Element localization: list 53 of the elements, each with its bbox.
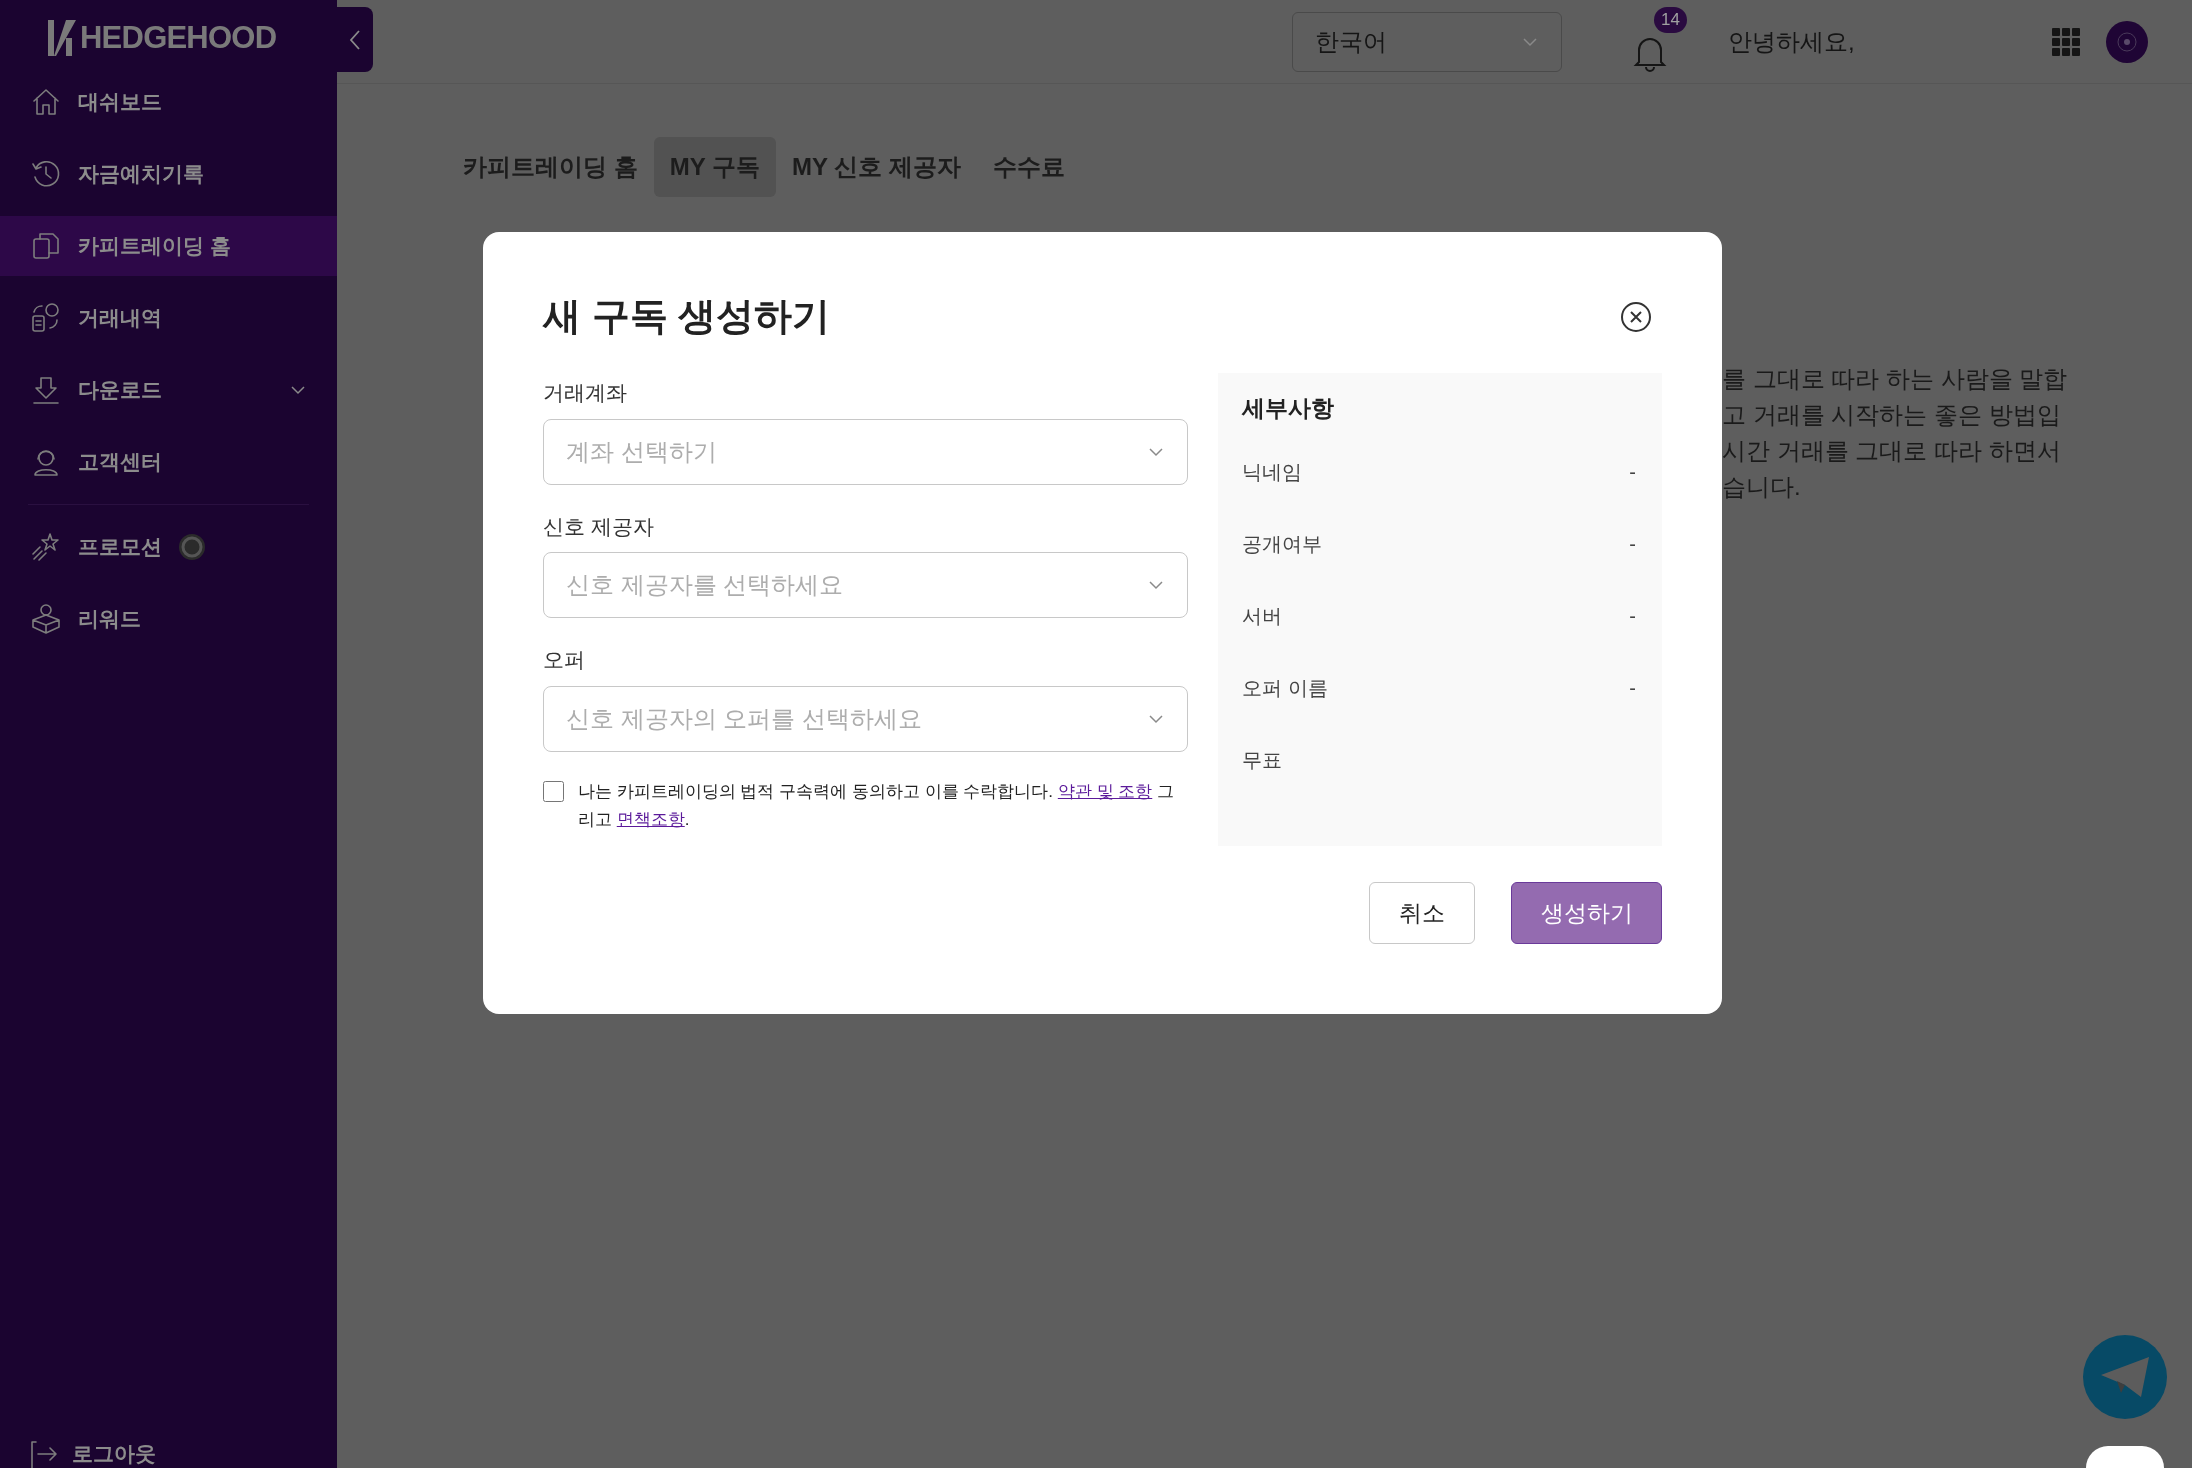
- detail-value: -: [1629, 532, 1636, 557]
- description-text: 를 그대로 따라 하는 사람을 말합: [1722, 364, 2069, 394]
- download-icon: [30, 374, 62, 406]
- shooting-star-icon: [30, 531, 62, 563]
- description-text: 고 거래를 시작하는 좋은 방법입: [1722, 400, 2062, 430]
- terms-link[interactable]: 약관 및 조항: [1057, 781, 1153, 801]
- agreement-text: 나는 카피트레이딩의 법적 구속력에 동의하고 이를 수락합니다. 약관 및 조항 그리고 면책조항.: [578, 780, 1175, 831]
- history-icon: [30, 158, 62, 190]
- coin-icon: [178, 533, 206, 561]
- gift-box-icon: [30, 603, 62, 635]
- detail-label: 서버: [1242, 604, 1282, 629]
- detail-label: 닉네임: [1242, 460, 1302, 485]
- chevron-left-icon: [347, 28, 363, 51]
- sidebar-item[interactable]: 자금예치기록: [0, 144, 337, 204]
- close-icon: [1620, 300, 1652, 333]
- transactions-icon: [30, 302, 62, 334]
- field-label: 거래계좌: [543, 380, 628, 406]
- detail-value: -: [1629, 676, 1636, 701]
- description-text: 습니다.: [1722, 472, 1802, 502]
- field-label: 신호 제공자: [543, 513, 655, 540]
- sidebar-item[interactable]: 리워드: [0, 589, 337, 649]
- detail-label: 무표: [1242, 748, 1282, 773]
- description-text: 시간 거래를 그대로 따라 하면서: [1722, 436, 2062, 466]
- cancel-button[interactable]: 취소: [1369, 882, 1475, 944]
- home-icon: [30, 86, 62, 118]
- collapse-sidebar-button[interactable]: [337, 7, 373, 72]
- details-title: 세부사항: [1242, 394, 1335, 423]
- agreement-checkbox[interactable]: [543, 780, 564, 802]
- sidebar-item[interactable]: 대쉬보드: [0, 72, 337, 132]
- field-label: 오퍼: [543, 647, 586, 673]
- sidebar-item[interactable]: 다운로드: [0, 360, 337, 420]
- avatar-icon: [2116, 30, 2138, 53]
- notification-badge: 14: [1654, 6, 1687, 33]
- copy-icon: [30, 230, 62, 262]
- close-button[interactable]: [1620, 300, 1652, 333]
- logo-text: HEDGEHOOD: [80, 18, 277, 57]
- dialog-title: 새 구독 생성하기: [543, 294, 831, 339]
- detail-value: -: [1629, 460, 1636, 485]
- disclaimer-link[interactable]: 면책조항: [616, 809, 685, 829]
- sidebar-item[interactable]: 고객센터: [0, 432, 337, 492]
- detail-label: 오퍼 이름: [1242, 676, 1328, 701]
- greeting-text: 안녕하세요,: [1728, 26, 1855, 57]
- avatar-button[interactable]: [2106, 20, 2148, 63]
- apps-grid-icon[interactable]: [2052, 27, 2080, 56]
- logout-link[interactable]: 로그아웃: [0, 1434, 337, 1468]
- sidebar-item[interactable]: 카피트레이딩 홈: [0, 216, 337, 276]
- detail-value: -: [1629, 604, 1636, 629]
- sidebar-item[interactable]: 거래내역: [0, 288, 337, 348]
- create-button[interactable]: 생성하기: [1511, 882, 1662, 944]
- paper-plane-icon: [2099, 1355, 2151, 1399]
- detail-label: 공개여부: [1242, 532, 1322, 557]
- logout-icon: [28, 1438, 60, 1468]
- sidebar-item[interactable]: 프로모션: [0, 517, 337, 577]
